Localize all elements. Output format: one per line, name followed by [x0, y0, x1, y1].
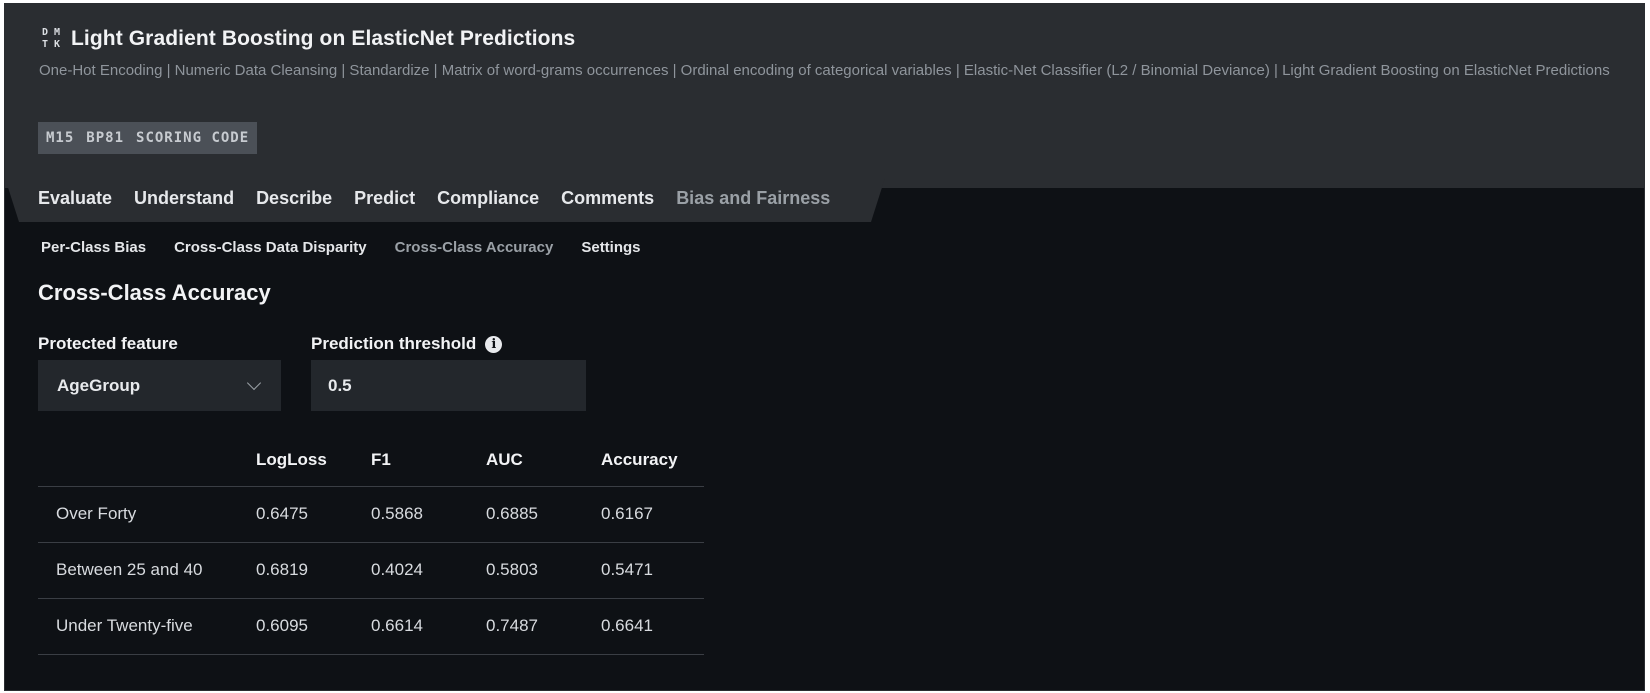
prediction-threshold-label-text: Prediction threshold — [311, 334, 477, 353]
logo-glyph: M — [53, 27, 61, 38]
accuracy-cell: 0.5471 — [601, 542, 704, 599]
protected-feature-label-text: Protected feature — [38, 334, 178, 353]
model-title: Light Gradient Boosting on ElasticNet Pr… — [71, 27, 576, 50]
tab-bias-and-fairness[interactable]: Bias and Fairness — [676, 185, 830, 211]
table-row: Between 25 and 40 0.6819 0.4024 0.5803 0… — [38, 542, 704, 599]
prediction-threshold-label: Prediction threshold i — [311, 334, 503, 354]
prediction-threshold-input[interactable]: 0.5 — [311, 360, 586, 411]
f1-cell: 0.5868 — [371, 486, 486, 543]
column-header-class — [38, 431, 256, 487]
chevron-down-icon — [246, 375, 262, 390]
auc-cell: 0.6885 — [486, 486, 601, 543]
column-header-logloss[interactable]: LogLoss — [256, 431, 371, 487]
table-row: Over Forty 0.6475 0.5868 0.6885 0.6167 — [38, 486, 704, 543]
subtab-per-class-bias[interactable]: Per-Class Bias — [41, 238, 146, 258]
section-title: Cross-Class Accuracy — [38, 280, 271, 305]
protected-feature-select[interactable]: AgeGroup — [38, 360, 281, 411]
app-window: D M T K Light Gradient Boosting on Elast… — [4, 3, 1645, 691]
cross-class-accuracy-table: LogLoss F1 AUC Accuracy Over Forty 0.647… — [38, 431, 704, 655]
model-badge: M15 BP81 SCORING CODE — [38, 122, 258, 154]
accuracy-cell: 0.6641 — [601, 598, 704, 655]
row-class-name: Under Twenty-five — [38, 598, 256, 655]
logloss-cell: 0.6475 — [256, 486, 371, 543]
table-header-row: LogLoss F1 AUC Accuracy — [38, 431, 704, 487]
f1-cell: 0.6614 — [371, 598, 486, 655]
model-badges: M15 BP81 SCORING CODE — [38, 122, 258, 154]
prediction-threshold-value: 0.5 — [328, 375, 352, 395]
row-class-name: Between 25 and 40 — [38, 542, 256, 599]
row-class-name: Over Forty — [38, 486, 256, 543]
logo-glyph: K — [53, 39, 61, 50]
model-blueprint-description: One-Hot Encoding | Numeric Data Cleansin… — [39, 62, 1610, 79]
logo-glyph: T — [41, 39, 49, 50]
tab-understand[interactable]: Understand — [134, 185, 234, 211]
model-logo-icon: D M T K — [39, 27, 63, 51]
subtab-cross-class-data-disparity[interactable]: Cross-Class Data Disparity — [174, 238, 367, 258]
column-header-auc[interactable]: AUC — [486, 431, 601, 487]
logo-glyph: D — [41, 27, 49, 38]
sub-tabs: Per-Class Bias Cross-Class Data Disparit… — [41, 238, 669, 258]
scoring-code-badge[interactable]: SCORING CODE — [136, 122, 249, 154]
model-title-row: D M T K Light Gradient Boosting on Elast… — [39, 27, 575, 51]
subtab-cross-class-accuracy[interactable]: Cross-Class Accuracy — [395, 238, 554, 258]
column-header-accuracy[interactable]: Accuracy — [601, 431, 704, 487]
column-header-f1[interactable]: F1 — [371, 431, 486, 487]
logloss-cell: 0.6095 — [256, 598, 371, 655]
main-tabs: Evaluate Understand Describe Predict Com… — [38, 185, 852, 211]
f1-cell: 0.4024 — [371, 542, 486, 599]
table-row: Under Twenty-five 0.6095 0.6614 0.7487 0… — [38, 598, 704, 655]
logloss-cell: 0.6819 — [256, 542, 371, 599]
protected-feature-value: AgeGroup — [57, 375, 141, 395]
tab-evaluate[interactable]: Evaluate — [38, 185, 112, 211]
tab-describe[interactable]: Describe — [256, 185, 332, 211]
auc-cell: 0.5803 — [486, 542, 601, 599]
tab-comments[interactable]: Comments — [561, 185, 654, 211]
auc-cell: 0.7487 — [486, 598, 601, 655]
model-id-badge: M15 — [46, 130, 75, 146]
blueprint-id-badge: BP81 — [86, 130, 125, 146]
tab-compliance[interactable]: Compliance — [437, 185, 539, 211]
info-icon[interactable]: i — [485, 335, 503, 353]
protected-feature-label: Protected feature — [38, 334, 178, 354]
tab-predict[interactable]: Predict — [354, 185, 415, 211]
accuracy-cell: 0.6167 — [601, 486, 704, 543]
subtab-settings[interactable]: Settings — [581, 238, 640, 258]
